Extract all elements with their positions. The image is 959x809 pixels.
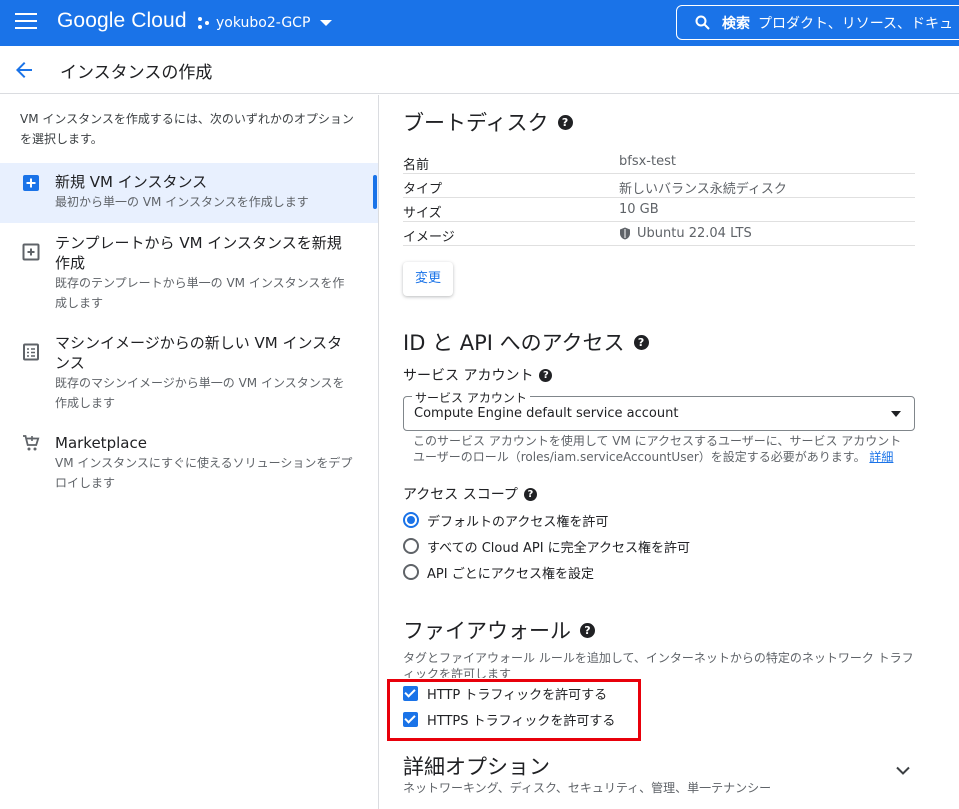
checkbox-checked-icon[interactable] xyxy=(403,711,418,727)
chevron-down-icon xyxy=(320,20,333,26)
add-box-icon xyxy=(23,175,39,191)
search-icon xyxy=(695,15,710,30)
instance-config-panel: ブートディスク ? 名前 bfsx-test タイプ 新しいバランス永続ディスク… xyxy=(380,95,959,809)
disk-key: イメージ xyxy=(403,230,455,245)
table-row: サイズ 10 GB xyxy=(403,198,915,222)
select-value: Compute Engine default service account xyxy=(414,406,679,421)
disk-key: タイプ xyxy=(403,182,443,197)
google-cloud-logo[interactable]: Google Cloud xyxy=(57,9,187,33)
boot-disk-section-title: ブートディスク ? xyxy=(403,107,573,137)
page-header: インスタンスの作成 xyxy=(0,46,959,94)
option-new-vm[interactable]: 新規 VM インスタンス 最初から単一の VM インスタンスを作成します xyxy=(0,163,378,223)
advanced-options-title[interactable]: 詳細オプション xyxy=(403,751,550,781)
checkbox-label: HTTP トラフィックを許可する xyxy=(427,687,608,703)
help-icon[interactable]: ? xyxy=(539,368,553,382)
service-account-select[interactable]: サービス アカウント Compute Engine default servic… xyxy=(403,389,915,431)
machine-image-icon xyxy=(23,343,39,361)
search-keyword: 検索 xyxy=(722,15,750,32)
disk-value: 新しいバランス永続ディスク xyxy=(619,182,787,197)
shield-icon xyxy=(620,227,630,240)
access-scope-label: アクセス スコープ ? xyxy=(403,484,537,504)
service-account-hint: このサービス アカウントを使用して VM にアクセスするユーザーに、サービス ア… xyxy=(413,433,913,465)
access-section-title: ID と API へのアクセス ? xyxy=(403,327,649,357)
change-boot-disk-button[interactable]: 変更 xyxy=(403,262,453,296)
project-name: yokubo2-GCP xyxy=(216,15,311,31)
help-icon[interactable]: ? xyxy=(580,622,595,638)
radio-label: デフォルトのアクセス権を許可 xyxy=(427,514,609,530)
help-icon[interactable]: ? xyxy=(557,114,573,130)
checkbox-checked-icon[interactable] xyxy=(403,685,418,701)
radio-label: すべての Cloud API に完全アクセス権を許可 xyxy=(427,540,691,556)
select-floating-label: サービス アカウント xyxy=(412,389,530,406)
chevron-down-icon[interactable] xyxy=(894,761,912,779)
active-indicator xyxy=(373,175,377,209)
cart-icon xyxy=(23,435,40,451)
radio-button[interactable] xyxy=(403,564,419,580)
radio-button[interactable] xyxy=(403,512,419,528)
back-arrow-icon[interactable] xyxy=(12,58,36,82)
image-name: Ubuntu 22.04 LTS xyxy=(637,226,752,241)
option-desc: 既存のテンプレートから単一の VM インスタンスを作成します xyxy=(55,276,345,310)
scope-radio-default[interactable]: デフォルトのアクセス権を許可 xyxy=(403,510,608,530)
disk-key: 名前 xyxy=(403,158,430,173)
option-from-template[interactable]: テンプレートから VM インスタンスを新規作成 既存のテンプレートから単一の V… xyxy=(0,223,378,323)
template-icon xyxy=(22,243,40,261)
project-selector[interactable]: yokubo2-GCP xyxy=(196,10,333,36)
allow-http-checkbox[interactable]: HTTP トラフィックを許可する xyxy=(403,683,607,703)
option-desc: 最初から単一の VM インスタンスを作成します xyxy=(55,195,309,209)
option-title: Marketplace xyxy=(55,434,147,452)
option-desc: VM インスタンスにすぐに使えるソリューションをデプロイします xyxy=(55,456,353,490)
scope-radio-per-api[interactable]: API ごとにアクセス権を設定 xyxy=(403,562,594,582)
option-title: マシンイメージからの新しい VM インスタンス xyxy=(55,334,343,372)
advanced-options-subtitle: ネットワーキング、ディスク、セキュリティ、管理、単一テナンシー xyxy=(403,781,772,795)
project-hub-icon xyxy=(198,17,209,29)
radio-button[interactable] xyxy=(403,538,419,554)
firewall-title: ファイアウォール xyxy=(403,619,571,643)
search-bar[interactable]: 検索 プロダクト、リソース、ドキュ xyxy=(676,5,959,40)
learn-more-link[interactable]: 詳細 xyxy=(869,450,893,464)
access-scope-label-text: アクセス スコープ xyxy=(403,487,518,503)
help-icon[interactable]: ? xyxy=(633,334,649,350)
checkbox-label: HTTPS トラフィックを許可する xyxy=(427,713,616,729)
disk-key: サイズ xyxy=(403,206,442,221)
table-row: イメージ Ubuntu 22.04 LTS xyxy=(403,222,915,246)
allow-https-checkbox[interactable]: HTTPS トラフィックを許可する xyxy=(403,709,615,729)
service-account-label-text: サービス アカウント xyxy=(403,368,534,384)
access-title: ID と API へのアクセス xyxy=(403,331,625,355)
table-row: タイプ 新しいバランス永続ディスク xyxy=(403,174,915,198)
firewall-section-title: ファイアウォール ? xyxy=(403,615,595,645)
boot-disk-title: ブートディスク xyxy=(403,111,549,135)
intro-text: VM インスタンスを作成するには、次のいずれかのオプションを選択します。 xyxy=(20,112,354,146)
creation-options-panel: VM インスタンスを作成するには、次のいずれかのオプションを選択します。 新規 … xyxy=(0,95,379,809)
service-account-label: サービス アカウント ? xyxy=(403,365,553,385)
menu-icon[interactable] xyxy=(15,13,37,31)
radio-label: API ごとにアクセス権を設定 xyxy=(427,566,595,582)
boot-disk-table: 名前 bfsx-test タイプ 新しいバランス永続ディスク サイズ 10 GB… xyxy=(403,150,915,246)
disk-value: 10 GB xyxy=(619,202,659,217)
option-marketplace[interactable]: Marketplace VM インスタンスにすぐに使えるソリューションをデプロイ… xyxy=(0,423,378,503)
option-title: テンプレートから VM インスタンスを新規作成 xyxy=(55,234,342,272)
option-from-machine-image[interactable]: マシンイメージからの新しい VM インスタンス 既存のマシンイメージから単一の … xyxy=(0,323,378,423)
top-bar: Google Cloud yokubo2-GCP 検索 プロダクト、リソース、ド… xyxy=(0,0,959,46)
search-placeholder: プロダクト、リソース、ドキュ xyxy=(758,15,954,32)
dropdown-arrow-icon xyxy=(891,411,901,417)
table-row: 名前 bfsx-test xyxy=(403,150,915,174)
option-desc: 既存のマシンイメージから単一の VM インスタンスを作成します xyxy=(55,376,345,410)
scope-radio-full-access[interactable]: すべての Cloud API に完全アクセス権を許可 xyxy=(403,536,690,556)
disk-value: bfsx-test xyxy=(619,154,676,169)
help-icon[interactable]: ? xyxy=(523,487,537,501)
firewall-description: タグとファイアウォール ルールを追加して、インターネットからの特定のネットワーク… xyxy=(403,651,914,678)
hint-text: このサービス アカウントを使用して VM にアクセスするユーザーに、サービス ア… xyxy=(413,434,902,464)
disk-value: Ubuntu 22.04 LTS xyxy=(619,226,752,241)
option-title: 新規 VM インスタンス xyxy=(55,173,208,191)
page-title: インスタンスの作成 xyxy=(60,63,213,83)
